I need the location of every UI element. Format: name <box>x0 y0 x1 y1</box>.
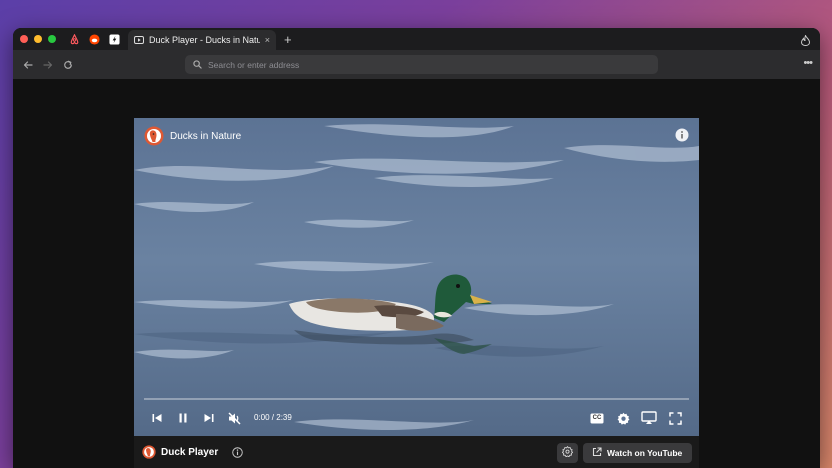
more-menu-button[interactable]: ••• <box>803 57 813 69</box>
tab-title: Duck Player - Ducks in Nature <box>149 35 260 45</box>
video-player[interactable]: Ducks in Nature 0:00 / 2:39 CC <box>134 118 699 436</box>
tab-bar: Duck Player - Ducks in Nature × + <box>13 28 820 50</box>
browser-window: Duck Player - Ducks in Nature × + Search… <box>13 28 820 468</box>
duckduckgo-logo-icon <box>144 126 164 146</box>
bolt-icon[interactable] <box>108 33 120 45</box>
pause-icon[interactable] <box>176 411 190 425</box>
gear-icon <box>561 444 574 462</box>
video-frame <box>134 118 699 436</box>
external-link-icon <box>592 444 602 462</box>
settings-icon[interactable] <box>616 411 630 425</box>
captions-label: CC <box>592 415 602 421</box>
video-icon <box>134 31 144 49</box>
address-bar[interactable]: Search or enter address <box>185 55 658 74</box>
duck-player-logo-icon <box>142 445 156 459</box>
minimize-window-button[interactable] <box>34 35 42 43</box>
watch-on-youtube-label: Watch on YouTube <box>607 448 683 458</box>
forward-button[interactable] <box>39 56 57 74</box>
fullscreen-icon[interactable] <box>668 411 682 425</box>
player-settings-button[interactable] <box>557 443 578 463</box>
address-placeholder: Search or enter address <box>208 59 300 70</box>
previous-icon[interactable] <box>150 411 164 425</box>
pinned-tabs <box>68 33 120 45</box>
toolbar: Search or enter address ••• <box>13 50 820 79</box>
next-icon[interactable] <box>202 411 216 425</box>
video-title: Ducks in Nature <box>170 131 242 142</box>
search-icon <box>193 56 202 74</box>
window-controls <box>20 35 56 43</box>
maximize-window-button[interactable] <box>48 35 56 43</box>
close-window-button[interactable] <box>20 35 28 43</box>
close-tab-button[interactable]: × <box>265 35 270 45</box>
new-tab-button[interactable]: + <box>284 32 292 47</box>
duck-player-footer: Duck Player Watch on YouTube <box>134 436 699 468</box>
duck-player-info-icon[interactable] <box>231 446 243 458</box>
progress-bar[interactable] <box>144 398 689 400</box>
reload-button[interactable] <box>59 56 77 74</box>
fire-icon[interactable] <box>800 33 811 51</box>
reddit-icon[interactable] <box>88 33 100 45</box>
captions-icon[interactable]: CC <box>590 412 604 424</box>
mute-icon[interactable] <box>226 410 242 426</box>
nav-buttons <box>19 56 77 74</box>
time-display: 0:00 / 2:39 <box>254 413 292 422</box>
tab-duck-player[interactable]: Duck Player - Ducks in Nature × <box>128 30 276 50</box>
airbnb-icon[interactable] <box>68 33 80 45</box>
airplay-icon[interactable] <box>640 410 657 425</box>
duck-player-label: Duck Player <box>161 447 219 458</box>
page-content: Ducks in Nature 0:00 / 2:39 CC Duck Play… <box>13 79 820 468</box>
info-icon[interactable] <box>675 128 689 142</box>
watch-on-youtube-button[interactable]: Watch on YouTube <box>583 443 692 463</box>
back-button[interactable] <box>19 56 37 74</box>
